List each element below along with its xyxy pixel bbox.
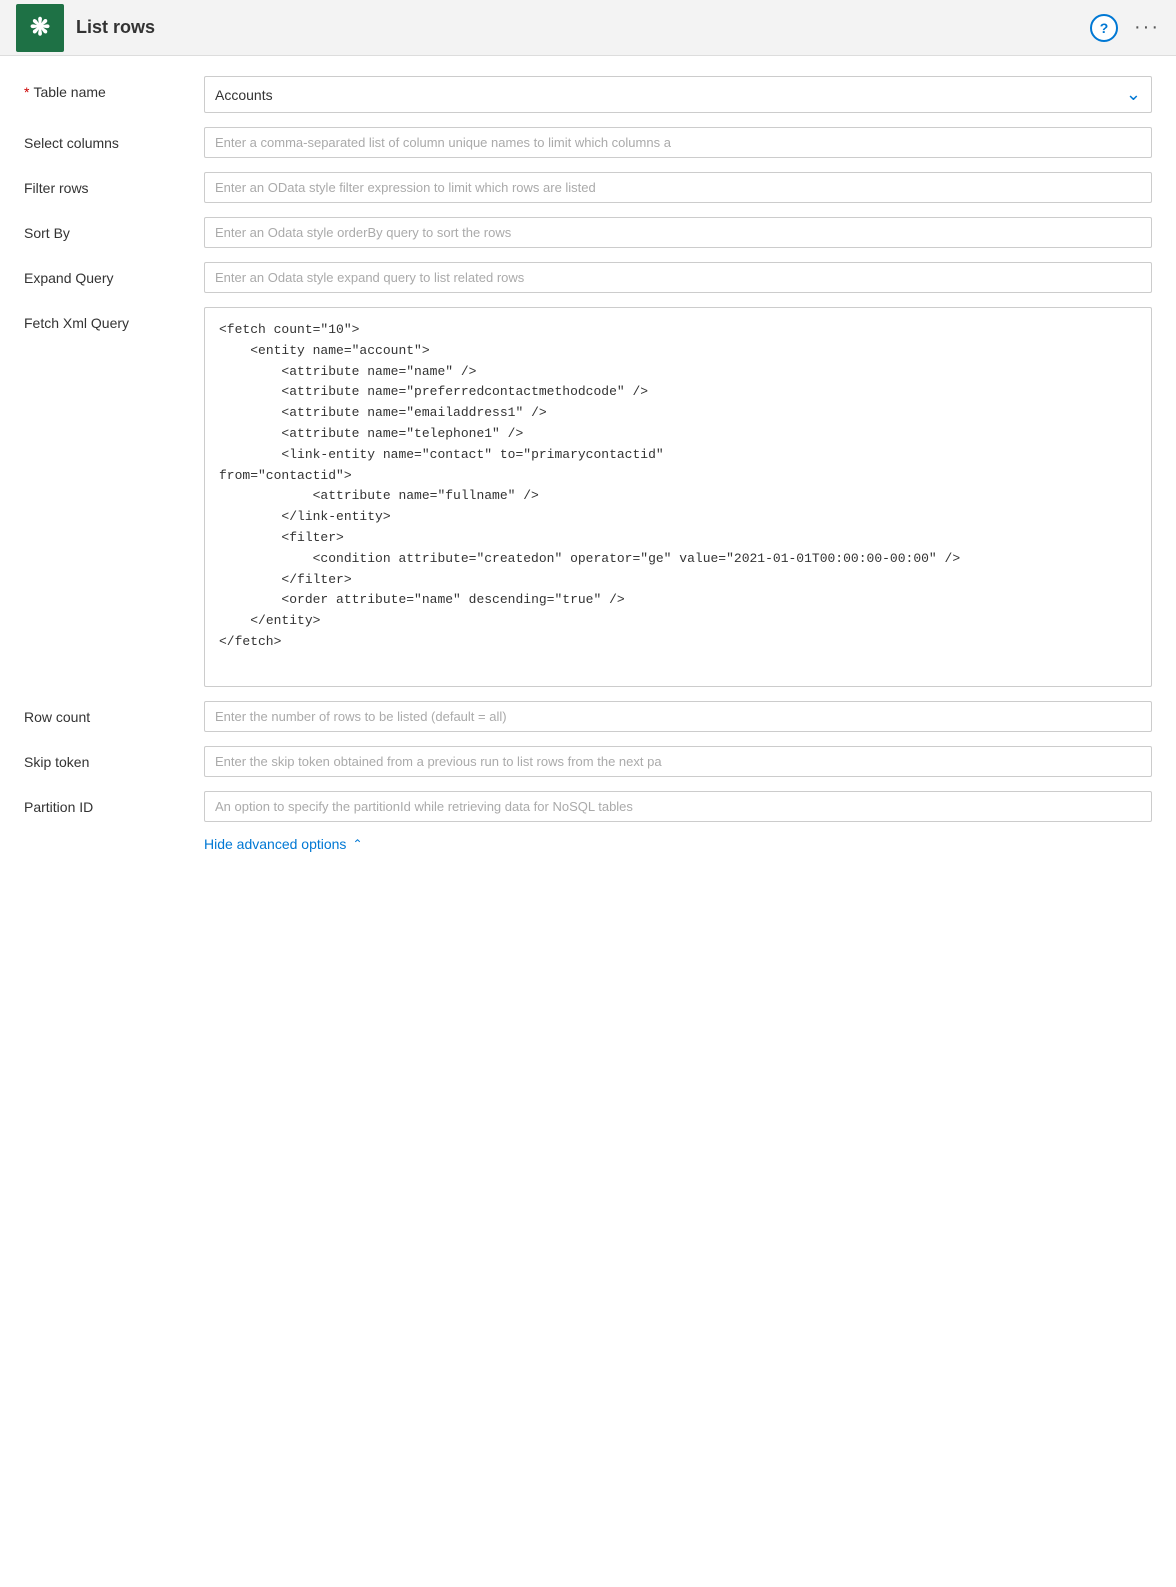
select-columns-row: Select columns [24, 127, 1152, 158]
chevron-down-icon: ⌄ [1126, 84, 1141, 105]
expand-query-input[interactable] [204, 262, 1152, 293]
partition-id-input[interactable] [204, 791, 1152, 822]
skip-token-label: Skip token [24, 746, 204, 770]
sort-by-input[interactable] [204, 217, 1152, 248]
select-columns-label: Select columns [24, 127, 204, 151]
hide-advanced-label: Hide advanced options [204, 836, 346, 852]
hide-advanced-link[interactable]: Hide advanced options ⌃ [204, 836, 1152, 852]
more-options-button[interactable]: ··· [1134, 16, 1160, 39]
row-count-label: Row count [24, 701, 204, 725]
header: ❋ List rows ? ··· [0, 0, 1176, 56]
fetch-xml-label: Fetch Xml Query [24, 307, 204, 331]
filter-rows-label: Filter rows [24, 172, 204, 196]
header-left: ❋ List rows [16, 4, 155, 52]
table-name-row: *Table name Accounts ⌄ [24, 76, 1152, 113]
sort-by-row: Sort By [24, 217, 1152, 248]
fetch-xml-row: Fetch Xml Query <fetch count="10"> <enti… [24, 307, 1152, 687]
filter-rows-input[interactable] [204, 172, 1152, 203]
expand-query-label: Expand Query [24, 262, 204, 286]
partition-id-row: Partition ID [24, 791, 1152, 822]
select-columns-input[interactable] [204, 127, 1152, 158]
table-name-label: *Table name [24, 76, 204, 100]
skip-token-input[interactable] [204, 746, 1152, 777]
filter-rows-row: Filter rows [24, 172, 1152, 203]
table-name-select[interactable]: Accounts ⌄ [204, 76, 1152, 113]
skip-token-row: Skip token [24, 746, 1152, 777]
row-count-input[interactable] [204, 701, 1152, 732]
logo-icon: ❋ [30, 13, 50, 42]
required-star: * [24, 84, 29, 100]
table-name-value: Accounts [215, 87, 273, 103]
table-name-select-wrapper[interactable]: Accounts ⌄ [204, 76, 1152, 113]
form-content: *Table name Accounts ⌄ Select columns Fi… [0, 56, 1176, 872]
expand-query-row: Expand Query [24, 262, 1152, 293]
row-count-row: Row count [24, 701, 1152, 732]
page-title: List rows [76, 17, 155, 38]
fetch-xml-textarea[interactable]: <fetch count="10"> <entity name="account… [204, 307, 1152, 687]
sort-by-label: Sort By [24, 217, 204, 241]
app-logo: ❋ [16, 4, 64, 52]
caret-up-icon: ⌃ [352, 837, 362, 851]
help-button[interactable]: ? [1090, 14, 1118, 42]
partition-id-label: Partition ID [24, 791, 204, 815]
header-right: ? ··· [1090, 14, 1160, 42]
